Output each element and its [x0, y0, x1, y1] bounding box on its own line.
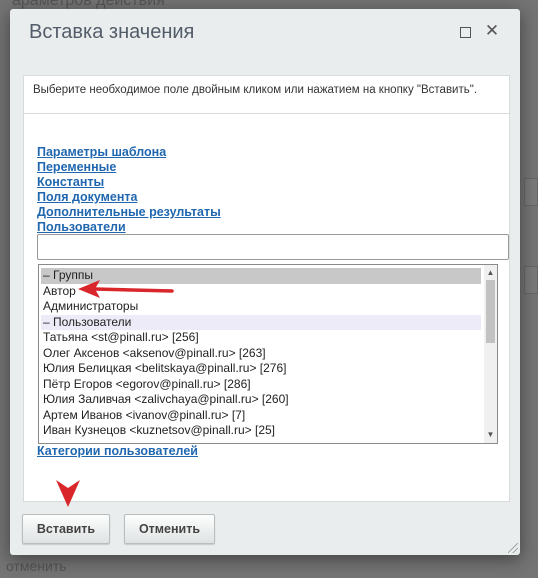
list-item[interactable]: Олег Аксенов <aksenov@pinall.ru> [263]	[41, 346, 481, 362]
scroll-down-icon[interactable]: ▼	[484, 428, 497, 441]
link-constants[interactable]: Константы	[37, 175, 221, 190]
list-item[interactable]: Юлия Заливчая <zalivchaya@pinall.ru> [26…	[41, 392, 481, 408]
resize-grip-icon[interactable]	[508, 543, 518, 553]
insert-value-dialog: Вставка значения ✕ Выберите необходимое …	[10, 9, 520, 555]
list-item[interactable]: Автор	[41, 284, 481, 300]
insert-button[interactable]: Вставить	[22, 514, 110, 544]
list-item[interactable]: Администраторы	[41, 299, 481, 315]
users-listbox[interactable]: – Группы Автор Администраторы – Пользовател…	[38, 264, 498, 444]
dialog-content: Выберите необходимое поле двойным кликом…	[23, 75, 510, 502]
link-users[interactable]: Пользователи	[37, 220, 221, 235]
close-icon[interactable]: ✕	[484, 22, 500, 40]
background-cancel-text: отменить	[6, 558, 67, 574]
list-item[interactable]: Юлия Белицкая <belitskaya@pinall.ru> [27…	[41, 361, 481, 377]
list-item[interactable]: Иван Кузнецов <kuznetsov@pinall.ru> [25]	[41, 423, 481, 439]
list-item[interactable]: Артем Иванов <ivanov@pinall.ru> [7]	[41, 408, 481, 424]
link-user-categories[interactable]: Категории пользователей	[37, 444, 198, 459]
link-variables[interactable]: Переменные	[37, 160, 221, 175]
dialog-title: Вставка значения	[29, 21, 195, 43]
link-additional-results[interactable]: Дополнительные результаты	[37, 205, 221, 220]
list-group-header[interactable]: – Группы	[41, 268, 481, 284]
maximize-icon[interactable]	[460, 27, 471, 38]
list-item[interactable]: Пётр Егоров <egorov@pinall.ru> [286]	[41, 377, 481, 393]
list-group-header[interactable]: – Пользователи	[41, 314, 481, 330]
cancel-button[interactable]: Отменить	[124, 514, 215, 544]
hint-text: Выберите необходимое поле двойным кликом…	[24, 76, 509, 114]
background-field	[524, 178, 538, 206]
listbox-scrollbar[interactable]: ▲ ▼	[484, 265, 497, 443]
scrollbar-thumb[interactable]	[486, 280, 495, 343]
search-input[interactable]	[37, 234, 509, 260]
section-links: Параметры шаблона Переменные Константы П…	[37, 145, 221, 235]
link-document-fields[interactable]: Поля документа	[37, 190, 221, 205]
background-field	[524, 266, 538, 294]
link-template-params[interactable]: Параметры шаблона	[37, 145, 221, 160]
list-rows: – Группы Автор Администраторы – Пользовател…	[41, 268, 481, 439]
list-item[interactable]: Татьяна <st@pinall.ru> [256]	[41, 330, 481, 346]
scroll-up-icon[interactable]: ▲	[484, 266, 497, 279]
